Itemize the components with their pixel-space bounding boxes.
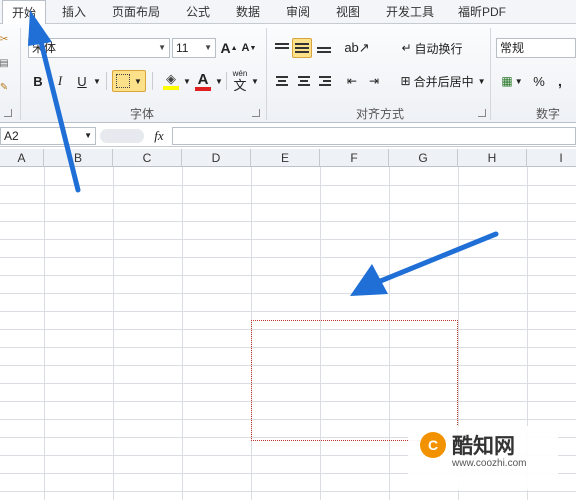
- watermark-url: www.coozhi.com: [452, 458, 527, 469]
- arrow-to-home-tab: [28, 10, 81, 193]
- watermark: C 酷知网 www.coozhi.com: [408, 426, 558, 490]
- watermark-title: 酷知网: [452, 435, 515, 458]
- annotation-arrows: [28, 10, 499, 296]
- arrow-to-selection: [350, 231, 499, 296]
- coozhi-logo-icon: C: [420, 432, 446, 458]
